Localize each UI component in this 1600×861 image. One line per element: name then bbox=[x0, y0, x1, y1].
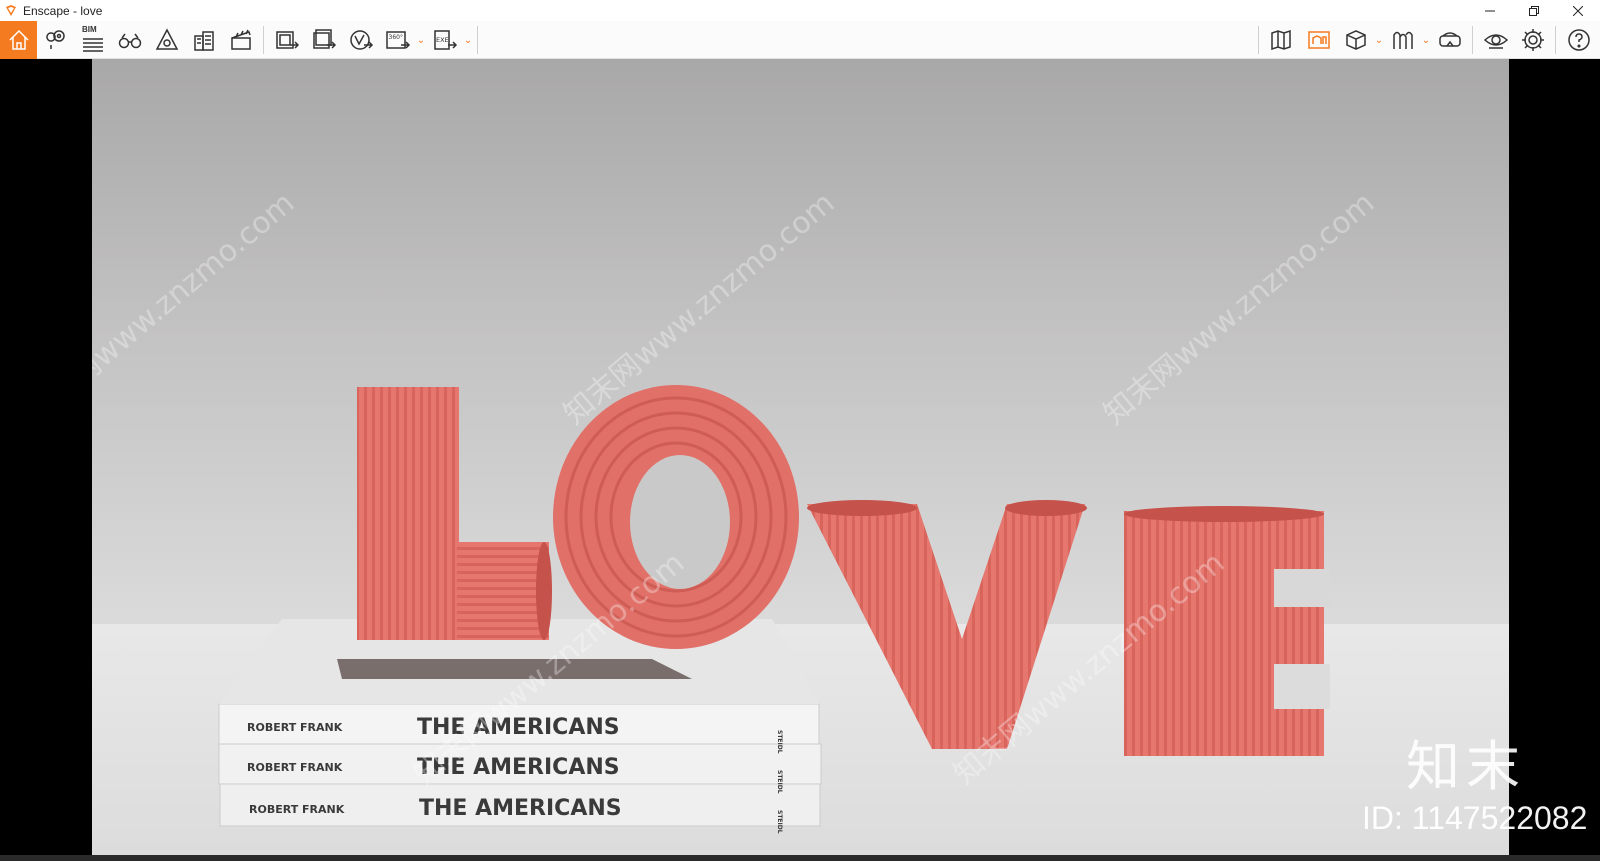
material-dropdown[interactable]: ⌄ bbox=[1374, 21, 1384, 59]
scene-render: ROBERT FRANK THE AMERICANS ROBERT FRANK … bbox=[92, 59, 1509, 855]
settings-button[interactable] bbox=[1514, 21, 1551, 59]
panorama-label: 360° bbox=[388, 34, 402, 41]
warning-icon bbox=[155, 28, 178, 50]
asset-library-icon bbox=[1307, 31, 1330, 49]
map-button[interactable] bbox=[1263, 21, 1300, 59]
export-360-icon: 360° bbox=[385, 31, 410, 49]
minimize-button[interactable] bbox=[1468, 0, 1512, 21]
visual-settings-button[interactable] bbox=[1477, 21, 1514, 59]
book-author-2: ROBERT FRANK bbox=[247, 761, 343, 774]
book-spine-1: STEIDL bbox=[776, 730, 783, 754]
exe-export-icon: EXE bbox=[433, 30, 457, 50]
home-button[interactable] bbox=[0, 21, 37, 59]
settings-icon bbox=[1521, 29, 1544, 51]
home-icon bbox=[8, 29, 29, 50]
enscape-logo-icon bbox=[6, 4, 16, 16]
views-icon bbox=[1392, 31, 1413, 49]
export-batch-icon bbox=[312, 29, 336, 49]
left-tool-group: BIM 360° ⌄ EXE ⌄ bbox=[0, 21, 482, 59]
book-spine-2: STEIDL bbox=[776, 770, 783, 794]
bottom-edge bbox=[0, 855, 1600, 861]
bim-button[interactable]: BIM bbox=[74, 21, 111, 59]
toolbar-separator bbox=[1472, 26, 1473, 54]
vr-export-icon bbox=[349, 30, 373, 50]
video-editor-button[interactable] bbox=[222, 21, 259, 59]
export-screenshot-icon bbox=[275, 31, 299, 49]
minimize-icon bbox=[1485, 10, 1495, 11]
vr-headset-icon bbox=[1438, 32, 1461, 47]
toolbar-separator bbox=[1555, 26, 1556, 54]
render-viewport[interactable]: ROBERT FRANK THE AMERICANS ROBERT FRANK … bbox=[0, 59, 1600, 855]
toolbar-separator bbox=[263, 26, 264, 54]
book-author-3: ROBERT FRANK bbox=[249, 803, 345, 816]
vr-headset-button[interactable] bbox=[1431, 21, 1468, 59]
close-button[interactable] bbox=[1556, 0, 1600, 21]
panorama-button[interactable]: 360° bbox=[379, 21, 416, 59]
binoculars-button[interactable] bbox=[111, 21, 148, 59]
book-title-3: THE AMERICANS bbox=[419, 796, 622, 821]
window-title: Enscape - love bbox=[23, 3, 103, 18]
toolbar-separator bbox=[477, 26, 478, 54]
close-icon bbox=[1573, 5, 1583, 16]
watermark-id: ID: 1147522082 bbox=[1362, 800, 1588, 836]
material-editor-button[interactable] bbox=[1337, 21, 1374, 59]
book-spine-3: STEIDL bbox=[776, 810, 783, 834]
building-icon bbox=[193, 31, 214, 51]
render-image-button[interactable] bbox=[268, 21, 305, 59]
watermark-logo: 知末 bbox=[1406, 735, 1526, 798]
views-button[interactable] bbox=[1384, 21, 1421, 59]
exe-export-button[interactable]: EXE bbox=[426, 21, 463, 59]
issues-button[interactable] bbox=[148, 21, 185, 59]
pin-icon bbox=[45, 30, 65, 49]
batch-render-button[interactable] bbox=[305, 21, 342, 59]
web-standalone-button[interactable] bbox=[342, 21, 379, 59]
bim-label: BIM bbox=[82, 25, 97, 34]
book-stack: ROBERT FRANK THE AMERICANS ROBERT FRANK … bbox=[218, 619, 822, 834]
views-pins-button[interactable] bbox=[37, 21, 74, 59]
help-icon bbox=[1567, 29, 1590, 51]
map-icon bbox=[1270, 29, 1291, 51]
asset-library-button[interactable] bbox=[1300, 21, 1337, 59]
binoculars-icon bbox=[118, 33, 141, 49]
clapper-icon bbox=[230, 29, 251, 50]
views-dropdown[interactable]: ⌄ bbox=[1421, 21, 1431, 59]
panorama-dropdown[interactable]: ⌄ bbox=[416, 21, 426, 59]
scene-objects: ROBERT FRANK THE AMERICANS ROBERT FRANK … bbox=[218, 385, 1330, 834]
toolbar-separator bbox=[1258, 26, 1259, 54]
exe-label: EXE bbox=[436, 36, 449, 44]
restore-button[interactable] bbox=[1512, 0, 1556, 21]
restore-icon bbox=[1529, 5, 1539, 16]
book-author-1: ROBERT FRANK bbox=[247, 721, 343, 734]
right-tool-group: ⌄ ⌄ bbox=[1254, 21, 1597, 59]
export-dropdown[interactable]: ⌄ bbox=[463, 21, 473, 59]
help-button[interactable] bbox=[1560, 21, 1597, 59]
eye-icon bbox=[1483, 34, 1508, 49]
letter-l-vase bbox=[357, 387, 552, 640]
window-controls bbox=[1468, 0, 1600, 21]
cube-icon bbox=[1345, 30, 1366, 50]
title-bar: Enscape - love bbox=[0, 0, 1600, 21]
site-context-button[interactable] bbox=[185, 21, 222, 59]
enscape-toolbar: BIM 360° ⌄ EXE ⌄ ⌄ ⌄ bbox=[0, 21, 1600, 74]
